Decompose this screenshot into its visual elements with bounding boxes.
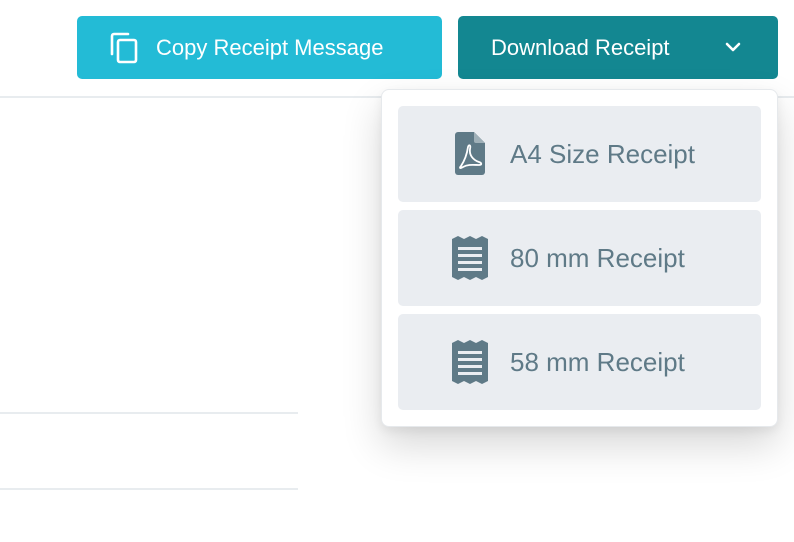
copy-receipt-message-button[interactable]: Copy Receipt Message xyxy=(77,16,442,79)
copy-icon xyxy=(110,32,138,63)
download-receipt-button[interactable]: Download Receipt xyxy=(458,16,778,79)
menu-item-a4-receipt[interactable]: A4 Size Receipt xyxy=(398,106,761,202)
pdf-file-icon xyxy=(455,132,485,175)
download-button-label: Download Receipt xyxy=(491,34,670,60)
menu-item-label: A4 Size Receipt xyxy=(510,138,695,169)
menu-item-58mm-receipt[interactable]: 58 mm Receipt xyxy=(398,314,761,410)
table-row-divider xyxy=(0,412,298,414)
menu-item-label: 58 mm Receipt xyxy=(510,346,685,377)
copy-button-label: Copy Receipt Message xyxy=(156,34,384,60)
receipt-icon xyxy=(452,236,488,280)
menu-item-80mm-receipt[interactable]: 80 mm Receipt xyxy=(398,210,761,306)
page: Copy Receipt Message Download Receipt A4… xyxy=(0,0,794,542)
chevron-down-icon xyxy=(725,42,741,52)
receipt-icon xyxy=(452,340,488,384)
download-receipt-dropdown: A4 Size Receipt 80 mm Receipt 58 mm Rece… xyxy=(381,89,778,427)
table-row-divider xyxy=(0,488,298,490)
menu-item-label: 80 mm Receipt xyxy=(510,242,685,273)
